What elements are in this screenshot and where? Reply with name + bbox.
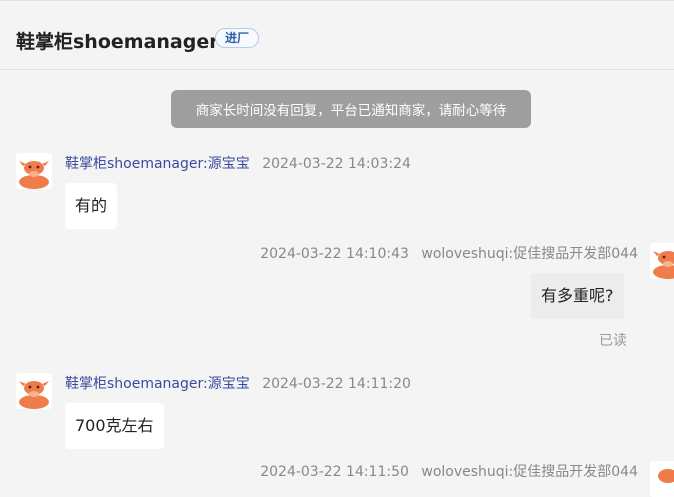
message-time: 2024-03-22 14:10:43 [260,246,409,262]
message-time: 2024-03-22 14:03:24 [262,156,411,172]
sender-name[interactable]: 鞋掌柜shoemanager:源宝宝 [65,376,250,392]
chat-header: 鞋掌柜shoemanager 进厂 [0,0,674,70]
sender-name[interactable]: 鞋掌柜shoemanager:源宝宝 [65,156,250,172]
message-time: 2024-03-22 14:11:50 [260,464,409,480]
read-status: 已读 [599,333,627,349]
buyer-avatar-icon[interactable] [650,243,674,279]
enter-shop-badge[interactable]: 进厂 [215,28,260,48]
sender-name[interactable]: woloveshuqi:促佳搜品开发部044 [421,464,638,480]
seller-avatar-icon[interactable] [16,373,52,409]
message-bubble[interactable]: 700克左右 [65,403,164,449]
buyer-avatar-icon[interactable] [650,461,674,497]
message-bubble[interactable]: 有多重呢? [531,273,624,319]
seller-avatar-icon[interactable] [16,153,52,189]
message-meta: 鞋掌柜shoemanager:源宝宝 2024-03-22 14:03:24 [65,153,411,173]
message-meta: 2024-03-22 14:11:50 woloveshuqi:促佳搜品开发部0… [260,461,638,481]
message-meta: 鞋掌柜shoemanager:源宝宝 2024-03-22 14:11:20 [65,373,411,393]
message-meta: 2024-03-22 14:10:43 woloveshuqi:促佳搜品开发部0… [260,243,638,263]
shop-name: 鞋掌柜shoemanager [16,31,219,53]
system-notice: 商家长时间没有回复，平台已通知商家，请耐心等待 [171,90,531,128]
sender-name[interactable]: woloveshuqi:促佳搜品开发部044 [421,246,638,262]
message-bubble[interactable]: 有的 [65,183,118,229]
message-time: 2024-03-22 14:11:20 [262,376,411,392]
